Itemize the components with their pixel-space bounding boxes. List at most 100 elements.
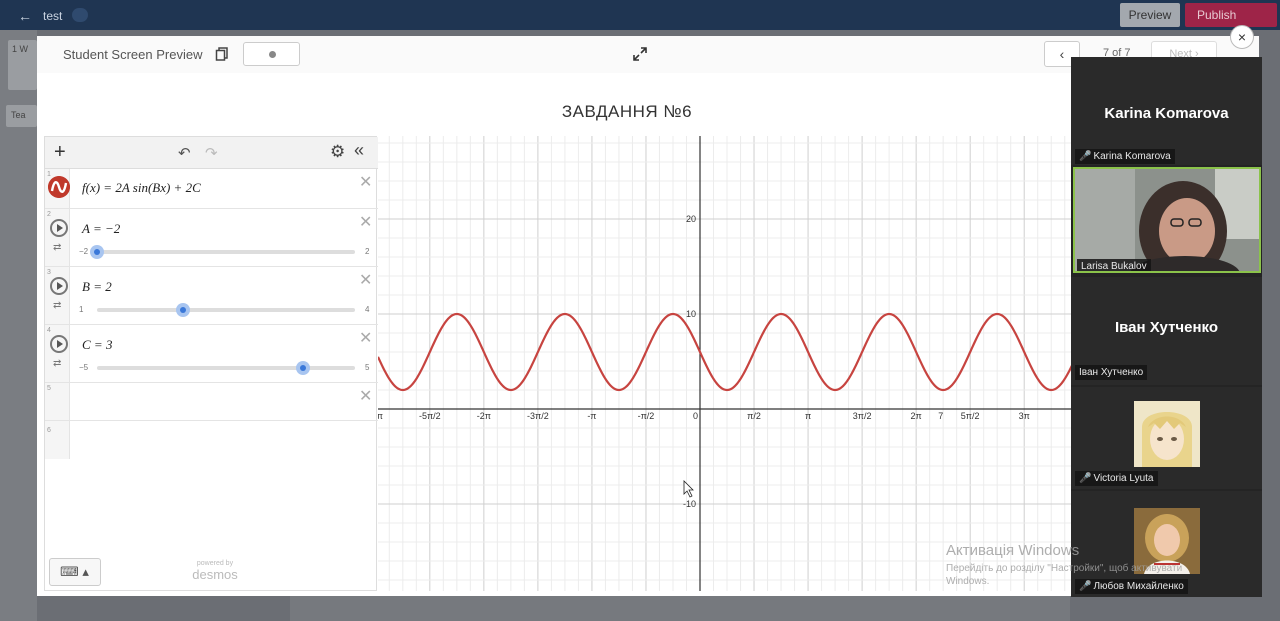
slider-c-handle[interactable] [296,361,311,375]
settings-gear-icon[interactable]: ⚙ [330,142,345,162]
watermark-line-2: Перейдіть до розділу "Настройки", щоб ак… [946,563,1183,574]
expression-row-2[interactable]: 2 ⇄ A = −2 ✕ −2 2 [45,209,378,267]
participant-name: Іван Хутченко [1079,367,1144,378]
slider-c-label[interactable]: C = 3 [82,337,112,353]
keyboard-toggle-button[interactable]: ⌨ ▴ [49,558,101,586]
participant-label: 🎤 Karina Komarova [1075,149,1175,164]
mic-off-icon: 🎤 [1079,151,1092,162]
play-slider-icon[interactable] [50,277,68,295]
expand-icon[interactable] [633,47,647,61]
powered-by-label: powered by [196,560,234,567]
loop-icon[interactable]: ⇄ [53,300,61,311]
slider-b-label[interactable]: B = 2 [82,279,112,295]
participant-tile-karina[interactable]: Karina Komarova 🎤 Karina Komarova [1071,57,1262,165]
row-number: 4 [47,327,51,334]
preview-title: Student Screen Preview [63,47,203,62]
delete-expression-icon[interactable]: ✕ [359,270,372,290]
x-tick-label: -π/2 [638,411,655,421]
x-tick-label: -π [587,411,596,421]
row-number: 1 [47,171,51,178]
slider-a-label[interactable]: A = −2 [82,221,120,237]
copy-icon[interactable] [215,47,229,61]
x-tick-label: π [805,411,811,421]
background-teacher-tab[interactable]: Tea [6,105,37,127]
y-tick-label: 20 [686,214,696,224]
app-topbar: ← test Preview Publish [0,0,1280,30]
row-number: 3 [47,269,51,276]
expression-row-1[interactable]: 1 f(x) = 2A sin(Bx) + 2C ✕ [45,169,378,209]
expression-row-3[interactable]: 3 ⇄ B = 2 ✕ 1 4 [45,267,378,325]
participant-name: Victoria Lyuta [1093,473,1154,484]
keyboard-icon: ⌨ ▴ [60,564,89,579]
y-tick-label: 10 [686,309,696,319]
mic-off-icon: 🎤 [1079,473,1092,484]
participant-tile-victoria[interactable]: 🎤 Victoria Lyuta [1071,387,1262,489]
slider-a-handle[interactable] [90,245,104,259]
slider-min[interactable]: −2 [79,247,88,256]
expression-toolbar: + ↶ ↷ ⚙ « [45,137,378,169]
slider-b-track[interactable] [97,303,355,317]
undo-icon[interactable]: ↶ [178,144,191,162]
delete-expression-icon[interactable]: ✕ [359,212,372,232]
slider-max[interactable]: 4 [365,305,369,314]
slider-a-track[interactable] [90,245,355,259]
x-tick-label: 7 [938,411,943,421]
x-tick-label: -2π [477,411,491,421]
slider-max[interactable]: 2 [365,247,369,256]
slider-b-handle[interactable] [176,303,190,317]
x-tick-label: 2π [911,411,922,421]
visibility-icon[interactable] [72,8,88,22]
view-toggle[interactable] [243,42,300,66]
windows-activation-watermark: Активація Windows Перейдіть до розділу "… [946,542,1182,587]
slider-min[interactable]: 1 [79,305,83,314]
expression-row-5[interactable]: 5 ✕ [45,383,378,421]
slider-c-track[interactable] [97,361,355,375]
preview-button[interactable]: Preview [1120,3,1180,27]
background-screen-card[interactable]: 1 W [8,40,37,90]
participant-webcam-larisa[interactable]: Larisa Bukalov [1073,167,1261,273]
delete-expression-icon[interactable]: ✕ [359,328,372,348]
close-modal-button[interactable]: × [1230,25,1254,49]
row-number: 2 [47,211,51,218]
back-arrow-icon[interactable]: ← [18,8,32,24]
background-bottom-strip [290,596,1070,621]
participant-big-name: Іван Хутченко [1114,319,1219,336]
redo-icon[interactable]: ↷ [205,144,218,162]
activity-title: test [43,9,63,23]
play-slider-icon[interactable] [50,219,68,237]
expression-row-6[interactable]: 6 [45,421,378,459]
x-tick-label: 3π [1019,411,1030,421]
delete-expression-icon[interactable]: ✕ [359,386,372,406]
y-tick-label: -10 [683,499,696,509]
desmos-function-icon[interactable] [48,176,70,198]
participant-label: 🎤 Victoria Lyuta [1075,471,1158,486]
participant-name: Larisa Bukalov [1081,261,1147,272]
expression-panel: + ↶ ↷ ⚙ « 1 f(x) = 2A sin(Bx) + 2C ✕ 2 ⇄… [44,136,378,591]
loop-icon[interactable]: ⇄ [53,358,61,369]
x-tick-label: 0 [693,411,698,421]
graph-canvas[interactable]: -3π -5π/2 -2π -3π/2 -π -π/2 0 π/2 π 3π/2 2π 5π/2 3π 7… [378,136,1106,591]
x-tick-label: -5π/2 [419,411,441,421]
watermark-line-1: Активація Windows [946,542,1080,559]
row-number: 6 [47,427,51,434]
function-expression[interactable]: f(x) = 2A sin(Bx) + 2C [82,180,201,196]
collapse-panel-icon[interactable]: « [354,140,364,161]
play-slider-icon[interactable] [50,335,68,353]
add-expression-icon[interactable]: + [54,141,66,164]
x-tick-label: 5π/2 [961,411,980,421]
participant-tile-ivan[interactable]: Іван Хутченко Іван Хутченко [1071,277,1262,385]
row-number: 5 [47,385,51,392]
x-tick-label: 3π/2 [853,411,872,421]
x-tick-label: π/2 [747,411,761,421]
toggle-dot [269,51,276,58]
slider-max[interactable]: 5 [365,363,369,372]
loop-icon[interactable]: ⇄ [53,242,61,253]
expression-row-4[interactable]: 4 ⇄ C = 3 ✕ −5 5 [45,325,378,383]
delete-expression-icon[interactable]: ✕ [359,172,372,192]
video-participants-panel: Karina Komarova 🎤 Karina Komarova Larisa … [1071,57,1262,597]
x-tick-label: -3π/2 [527,411,549,421]
watermark-line-3: Windows. [946,576,990,587]
task-title: ЗАВДАННЯ №6 [561,102,693,121]
publish-button[interactable]: Publish [1185,3,1277,27]
slider-min[interactable]: −5 [79,363,88,372]
